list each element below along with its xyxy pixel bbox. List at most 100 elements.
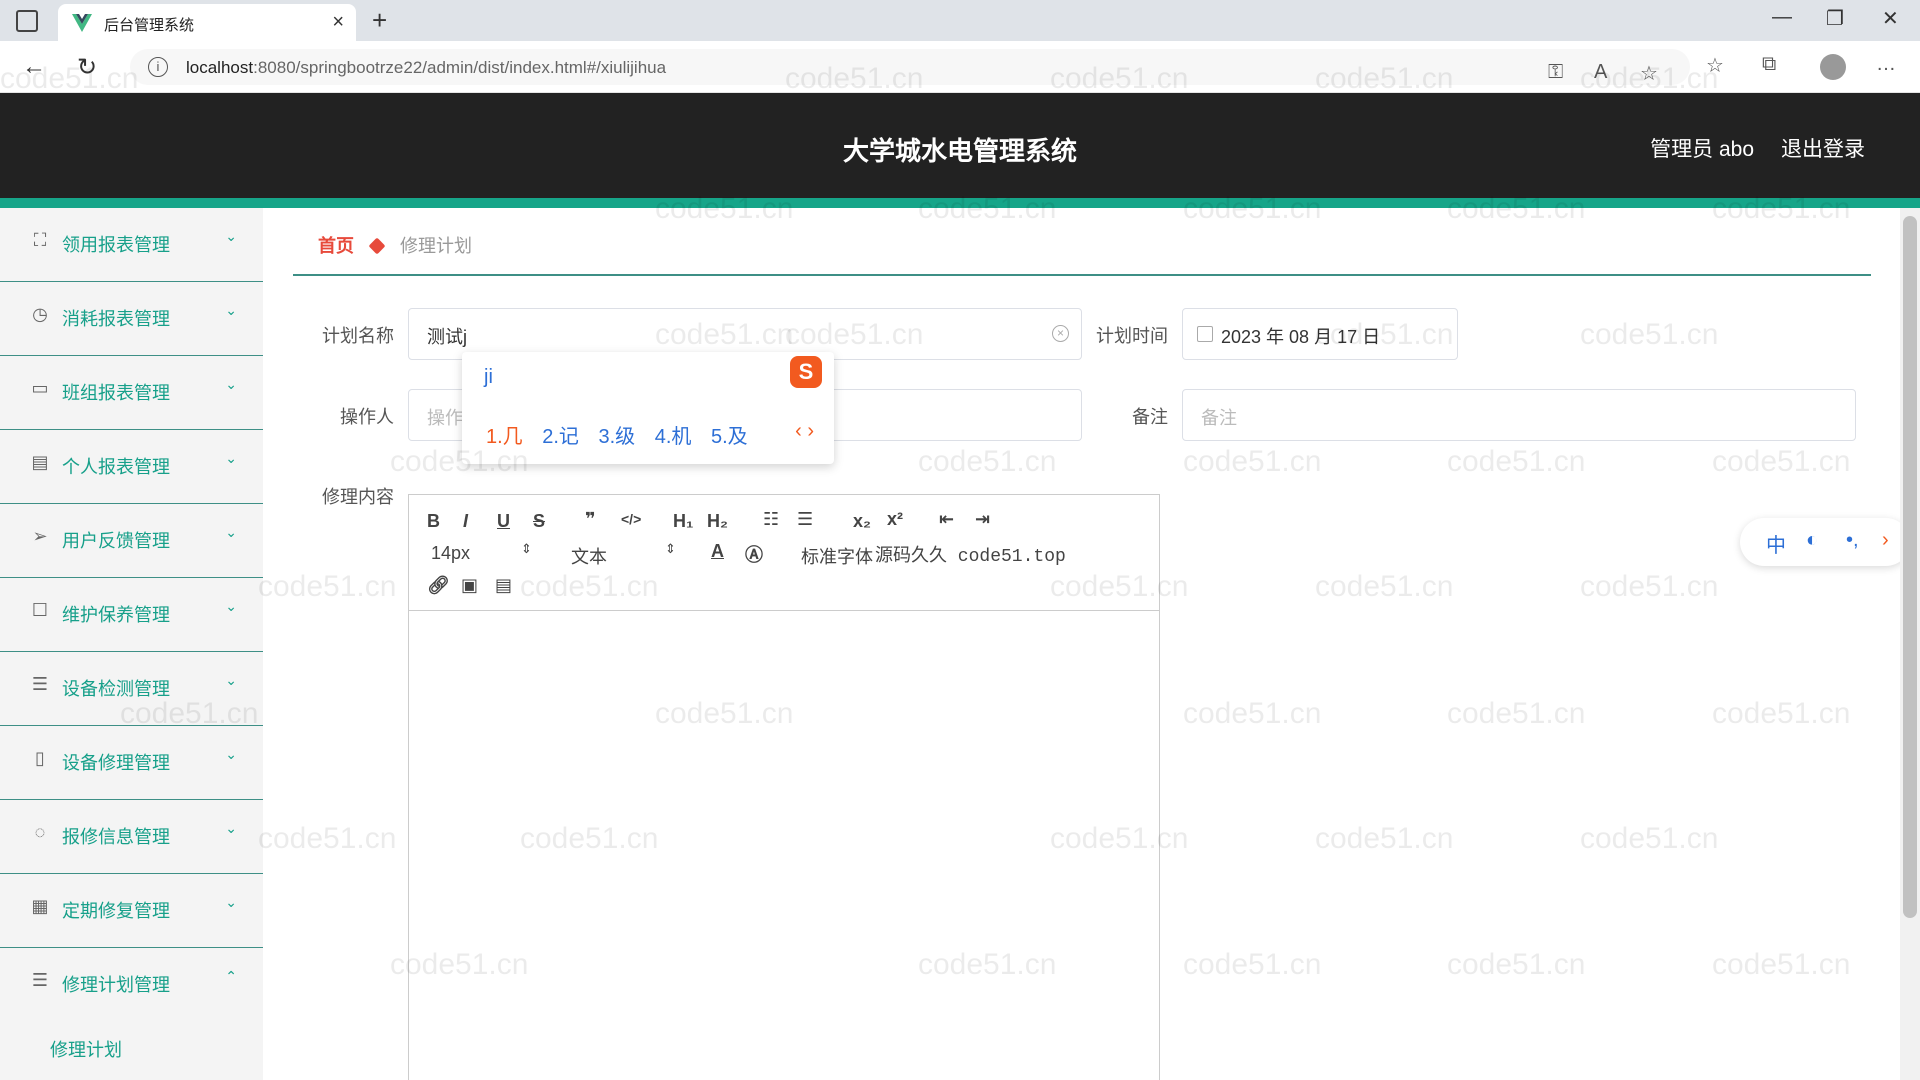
- chevron-down-icon: ⌄: [225, 820, 237, 836]
- maximize-icon[interactable]: ❐: [1826, 6, 1844, 31]
- key-icon[interactable]: ⚿: [1548, 61, 1563, 84]
- ime-candidate[interactable]: 4.机: [655, 426, 692, 448]
- more-icon[interactable]: …: [1876, 53, 1896, 76]
- minimize-icon[interactable]: —: [1772, 6, 1792, 29]
- info-icon[interactable]: i: [148, 57, 168, 77]
- outdent-icon[interactable]: ⇤: [939, 509, 954, 530]
- font-size-select[interactable]: 14px: [431, 543, 470, 564]
- punctuation-icon[interactable]: •,: [1846, 529, 1859, 552]
- background-color-icon[interactable]: Ⓐ: [745, 541, 763, 567]
- blockquote-icon[interactable]: ❞: [585, 509, 596, 530]
- expand-icon: ⛶: [33, 230, 47, 250]
- superscript-icon[interactable]: x²: [887, 509, 903, 530]
- ime-candidate[interactable]: 5.及: [711, 426, 748, 448]
- url-field[interactable]: i localhost:8080/springbootrze22/admin/d…: [130, 49, 1690, 85]
- font-family-select[interactable]: 标准字体: [801, 543, 873, 569]
- mobile-icon: ▯: [35, 748, 45, 768]
- ime-candidate[interactable]: 2.记: [542, 426, 579, 448]
- list-icon: ☰: [31, 674, 49, 694]
- watermark: code51.cn: [1712, 948, 1851, 981]
- tab-title: 后台管理系统: [104, 17, 195, 34]
- sidebar-item-10[interactable]: ☰ 修理计划管理 ⌃: [0, 948, 263, 1022]
- watermark: code51.cn: [1183, 948, 1322, 981]
- clear-icon[interactable]: ×: [1052, 325, 1069, 342]
- ime-candidate-popup: ji S 1.几 2.记 3.级 4.机 5.及 ‹ ›: [462, 352, 834, 464]
- sidebar-item-label: 消耗报表管理: [62, 309, 170, 329]
- breadcrumb-current: 修理计划: [400, 236, 473, 256]
- ime-page-arrows-icon[interactable]: ‹ ›: [795, 420, 814, 443]
- close-window-icon[interactable]: ✕: [1882, 6, 1899, 31]
- ime-toolbar: 中 ◐ •, ›: [1740, 518, 1910, 566]
- link-icon[interactable]: 🔗︎: [427, 575, 450, 596]
- app-header: 大学城水电管理系统 管理员 abo 退出登录: [0, 93, 1920, 198]
- scrollbar[interactable]: [1900, 208, 1920, 1080]
- sidebar-subitem-repair-plan[interactable]: 修理计划: [50, 1036, 122, 1062]
- video-icon[interactable]: ▤: [495, 575, 512, 596]
- sidebar-item-2[interactable]: ▭ 班组报表管理 ⌄: [0, 356, 263, 430]
- watermark: code51.cn: [1315, 822, 1454, 855]
- editor-content-area[interactable]: [409, 612, 1159, 1080]
- sidebar-item-6[interactable]: ☰ 设备检测管理 ⌄: [0, 652, 263, 726]
- sidebar-item-9[interactable]: ▦ 定期修复管理 ⌄: [0, 874, 263, 948]
- sidebar-item-label: 报修信息管理: [62, 827, 170, 847]
- underline-icon[interactable]: U: [497, 511, 510, 532]
- heading1-icon[interactable]: H₁: [673, 511, 693, 532]
- chevron-down-icon: ⌄: [225, 524, 237, 540]
- watermark: code51.cn: [1315, 570, 1454, 603]
- watermark: code51.cn: [1447, 948, 1586, 981]
- read-aloud-icon[interactable]: A: [1594, 61, 1607, 84]
- subscript-icon[interactable]: x₂: [853, 511, 871, 532]
- italic-icon[interactable]: I: [463, 511, 468, 532]
- collections-icon[interactable]: ⧉: [1762, 53, 1776, 76]
- profile-avatar[interactable]: [1820, 54, 1846, 80]
- browser-tab[interactable]: 后台管理系统 ×: [58, 4, 356, 41]
- sidebar-item-5[interactable]: ☐ 维护保养管理 ⌄: [0, 578, 263, 652]
- operator-placeholder: 操作: [427, 408, 463, 428]
- reload-icon[interactable]: ↻: [77, 53, 97, 82]
- plan-time-label: 计划时间: [1096, 326, 1168, 346]
- plan-time-value: 2023 年 08 月 17 日: [1221, 327, 1381, 347]
- breadcrumb-home[interactable]: 首页: [318, 236, 354, 256]
- grid-icon: ▦: [31, 896, 49, 916]
- new-tab-icon[interactable]: +: [372, 5, 387, 36]
- ime-mode[interactable]: 中: [1766, 529, 1786, 558]
- ime-candidate[interactable]: 1.几: [486, 426, 523, 448]
- scrollbar-thumb[interactable]: [1903, 216, 1917, 918]
- sidebar-item-3[interactable]: ▤ 个人报表管理 ⌄: [0, 430, 263, 504]
- watermark: code51.cn: [1183, 697, 1322, 730]
- favorites-icon[interactable]: ☆: [1706, 53, 1724, 78]
- heading2-icon[interactable]: H₂: [707, 511, 728, 532]
- bold-icon[interactable]: B: [427, 511, 440, 532]
- ordered-list-icon[interactable]: ☷: [763, 509, 779, 530]
- ime-pinyin: ji: [484, 366, 493, 388]
- code-icon[interactable]: </>: [621, 511, 641, 527]
- logout-button[interactable]: 退出登录: [1781, 133, 1865, 163]
- clock-icon: ◷: [32, 304, 48, 324]
- block-type-select[interactable]: 文本: [571, 543, 607, 569]
- moon-icon[interactable]: ◐: [1806, 529, 1818, 552]
- watermark: code51.cn: [1712, 697, 1851, 730]
- bullet-list-icon[interactable]: ☰: [797, 509, 813, 530]
- plan-time-picker[interactable]: 2023 年 08 月 17 日: [1182, 308, 1458, 360]
- chevron-right-icon[interactable]: ›: [1882, 529, 1889, 552]
- remark-placeholder: 备注: [1201, 408, 1237, 428]
- sidebar-item-0[interactable]: ⛶ 领用报表管理 ⌄: [0, 208, 263, 282]
- sidebar-toggle-icon[interactable]: [16, 10, 38, 32]
- address-bar: ← ↻ i localhost:8080/springbootrze22/adm…: [0, 41, 1920, 93]
- indent-icon[interactable]: ⇥: [975, 509, 990, 530]
- sidebar-item-7[interactable]: ▯ 设备修理管理 ⌄: [0, 726, 263, 800]
- back-icon[interactable]: ←: [22, 53, 46, 81]
- card-icon: ▭: [31, 378, 49, 398]
- remark-input[interactable]: 备注: [1182, 389, 1856, 441]
- strikethrough-icon[interactable]: S: [533, 511, 545, 532]
- sogou-logo-icon: S: [790, 356, 822, 388]
- sidebar-item-1[interactable]: ◷ 消耗报表管理 ⌄: [0, 282, 263, 356]
- ime-candidate[interactable]: 3.级: [599, 426, 636, 448]
- favorite-icon[interactable]: ☆: [1640, 61, 1658, 86]
- sidebar-item-8[interactable]: ◌ 报修信息管理 ⌄: [0, 800, 263, 874]
- chevron-down-icon: ⌄: [225, 376, 237, 392]
- sidebar-item-4[interactable]: ➢ 用户反馈管理 ⌄: [0, 504, 263, 578]
- close-tab-icon[interactable]: ×: [332, 11, 344, 34]
- font-color-icon[interactable]: A: [711, 541, 724, 562]
- image-icon[interactable]: ▣: [461, 575, 478, 596]
